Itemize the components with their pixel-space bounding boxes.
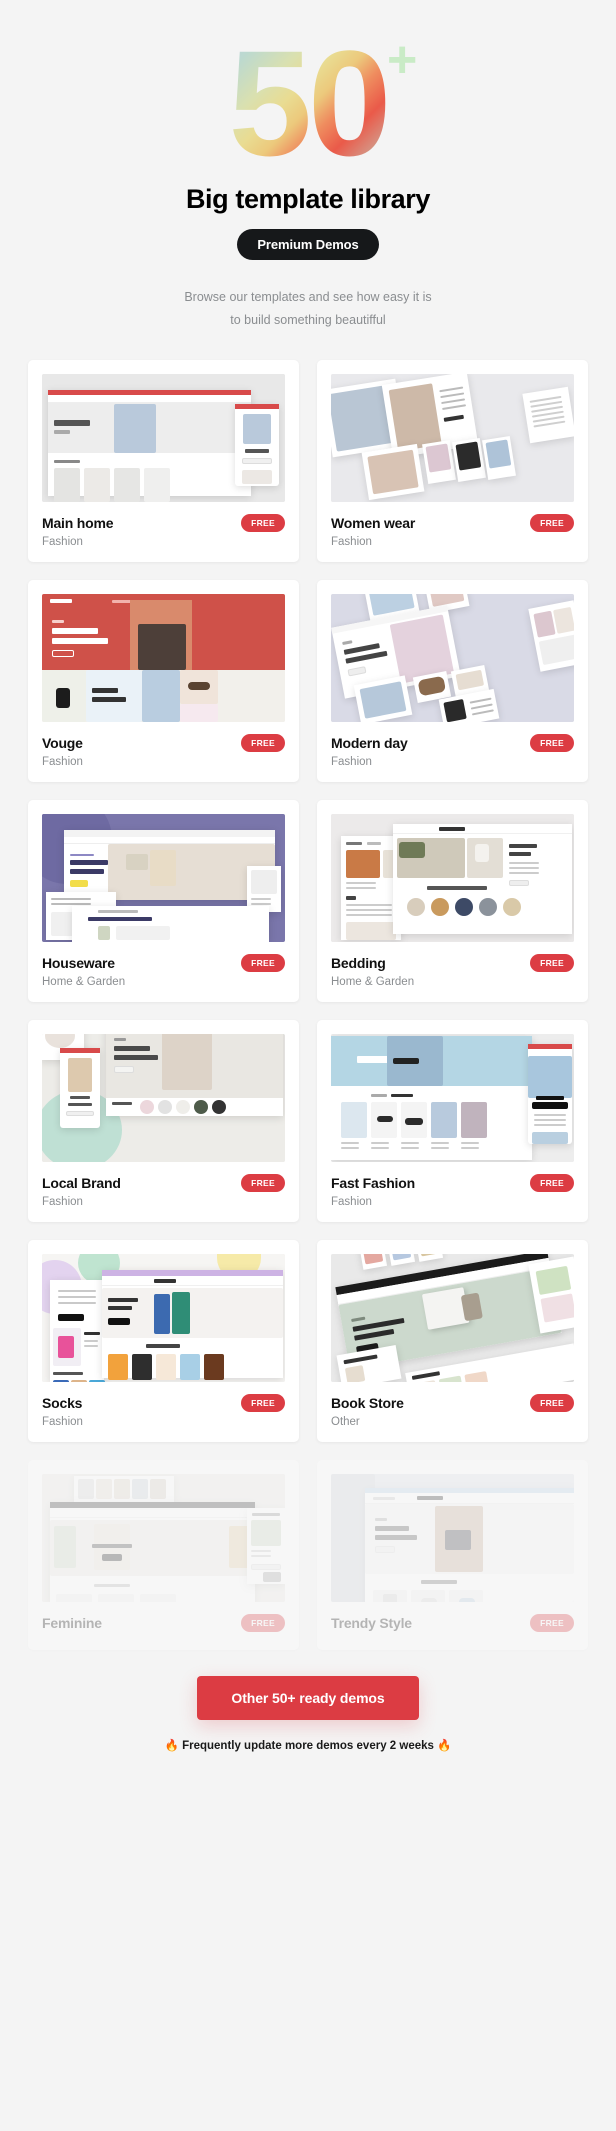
demo-card-title: Book Store (331, 1395, 404, 1412)
big-number-50: 50 + (228, 19, 418, 187)
free-badge: FREE (241, 1614, 285, 1633)
demo-card-category: Fashion (331, 536, 372, 549)
demo-card-title-row: Women wear FREE (331, 514, 574, 533)
free-badge: FREE (241, 514, 285, 533)
demo-thumbnail (42, 1474, 285, 1603)
free-badge: FREE (241, 1174, 285, 1193)
demo-card-title: Feminine (42, 1615, 102, 1632)
demo-thumbnail (42, 1254, 285, 1383)
free-badge: FREE (530, 1614, 574, 1633)
demo-card-title: Houseware (42, 955, 115, 972)
demo-card[interactable]: Houseware FREE Home & Garden (28, 800, 299, 1003)
demo-thumbnail (331, 1034, 574, 1163)
hero-plus-icon: + (387, 31, 418, 89)
demo-card-category: Fashion (42, 1196, 83, 1209)
demo-card[interactable]: Women wear FREE Fashion (317, 360, 588, 563)
demo-card-category: Home & Garden (42, 976, 126, 989)
demo-card[interactable]: Book Store FREE Other (317, 1240, 588, 1443)
demo-card-title-row: Main home FREE (42, 514, 285, 533)
demo-card[interactable]: Modern day FREE Fashion (317, 580, 588, 783)
footer-cta-section: Other 50+ ready demos 🔥 Frequently updat… (0, 1676, 616, 1786)
demo-card-title: Women wear (331, 515, 416, 532)
demo-card-meta: Modern day FREE Fashion (317, 722, 588, 782)
page-title: Big template library (185, 184, 431, 214)
demo-thumbnail (331, 374, 574, 503)
demo-card-category: Other (331, 1416, 360, 1429)
demo-thumbnail (42, 594, 285, 723)
demo-thumbnail (42, 374, 285, 503)
demo-card-title-row: Houseware FREE (42, 954, 285, 973)
promo-page: 50 + Big template library Premium Demos … (0, 0, 616, 1786)
demo-card-category: Fashion (42, 536, 83, 549)
demo-thumbnail (331, 814, 574, 943)
demo-card[interactable]: Local Brand FREE Fashion (28, 1020, 299, 1223)
free-badge: FREE (530, 954, 574, 973)
demo-card-grid: Main home FREE Fashion Women wear FREE Fashi… (0, 360, 616, 1651)
demo-card-meta: Vouge FREE Fashion (28, 722, 299, 782)
hero-description: Browse our templates and see how easy it… (40, 286, 576, 332)
other-demos-button[interactable]: Other 50+ ready demos (197, 1676, 419, 1721)
demo-card[interactable]: Feminine FREE (28, 1460, 299, 1651)
free-badge: FREE (241, 734, 285, 753)
free-badge: FREE (241, 954, 285, 973)
demo-thumbnail (42, 814, 285, 943)
hero-description-line-2: to build something beautifful (230, 313, 386, 328)
demo-card-title-row: Bedding FREE (331, 954, 574, 973)
demo-card-title: Vouge (42, 735, 83, 752)
demo-card-meta: Book Store FREE Other (317, 1382, 588, 1442)
demo-card-title-row: Socks FREE (42, 1394, 285, 1413)
demo-card-title: Local Brand (42, 1175, 121, 1192)
hero-description-line-1: Browse our templates and see how easy it… (184, 290, 432, 304)
demo-card[interactable]: Main home FREE Fashion (28, 360, 299, 563)
demo-card[interactable]: Fast Fashion FREE Fashion (317, 1020, 588, 1223)
demo-card-category: Fashion (42, 1416, 83, 1429)
demo-card[interactable]: Vouge FREE Fashion (28, 580, 299, 783)
demo-card[interactable]: Trendy Style FREE (317, 1460, 588, 1651)
free-badge: FREE (530, 1394, 574, 1413)
demo-card-meta: Main home FREE Fashion (28, 502, 299, 562)
demo-card-title-row: Feminine FREE (42, 1614, 285, 1633)
hero-section: 50 + Big template library Premium Demos … (0, 28, 616, 332)
demo-card-title-row: Local Brand FREE (42, 1174, 285, 1193)
demo-card-meta: Local Brand FREE Fashion (28, 1162, 299, 1222)
free-badge: FREE (530, 514, 574, 533)
demo-thumbnail (331, 1474, 574, 1603)
demo-card-meta: Socks FREE Fashion (28, 1382, 299, 1442)
premium-demos-badge: Premium Demos (237, 229, 379, 260)
demo-card-meta: Fast Fashion FREE Fashion (317, 1162, 588, 1222)
demo-card-meta: Houseware FREE Home & Garden (28, 942, 299, 1002)
demo-card-category: Home & Garden (331, 976, 415, 989)
hero-number: 50 (228, 19, 392, 187)
demo-card-title: Trendy Style (331, 1615, 412, 1632)
demo-card-title: Socks (42, 1395, 83, 1412)
demo-card-title-row: Trendy Style FREE (331, 1614, 574, 1633)
demo-card-title-row: Book Store FREE (331, 1394, 574, 1413)
demo-thumbnail (331, 1254, 574, 1383)
demo-card-title: Main home (42, 515, 114, 532)
demo-thumbnail (42, 1034, 285, 1163)
demo-card-meta: Bedding FREE Home & Garden (317, 942, 588, 1002)
free-badge: FREE (530, 1174, 574, 1193)
demo-card-title-row: Modern day FREE (331, 734, 574, 753)
demo-card[interactable]: Socks FREE Fashion (28, 1240, 299, 1443)
demo-card-title-row: Vouge FREE (42, 734, 285, 753)
free-badge: FREE (241, 1394, 285, 1413)
demo-card-category: Fashion (331, 756, 372, 769)
update-frequency-note: 🔥 Frequently update more demos every 2 w… (164, 1740, 452, 1753)
demo-card-meta: Trendy Style FREE (317, 1602, 588, 1650)
demo-card-meta: Women wear FREE Fashion (317, 502, 588, 562)
demo-card-title: Fast Fashion (331, 1175, 415, 1192)
demo-card[interactable]: Bedding FREE Home & Garden (317, 800, 588, 1003)
demo-card-title-row: Fast Fashion FREE (331, 1174, 574, 1193)
demo-card-category: Fashion (42, 756, 83, 769)
demo-card-category: Fashion (331, 1196, 372, 1209)
demo-thumbnail (331, 594, 574, 723)
demo-card-title: Bedding (331, 955, 386, 972)
demo-card-title: Modern day (331, 735, 408, 752)
demo-card-meta: Feminine FREE (28, 1602, 299, 1650)
free-badge: FREE (530, 734, 574, 753)
